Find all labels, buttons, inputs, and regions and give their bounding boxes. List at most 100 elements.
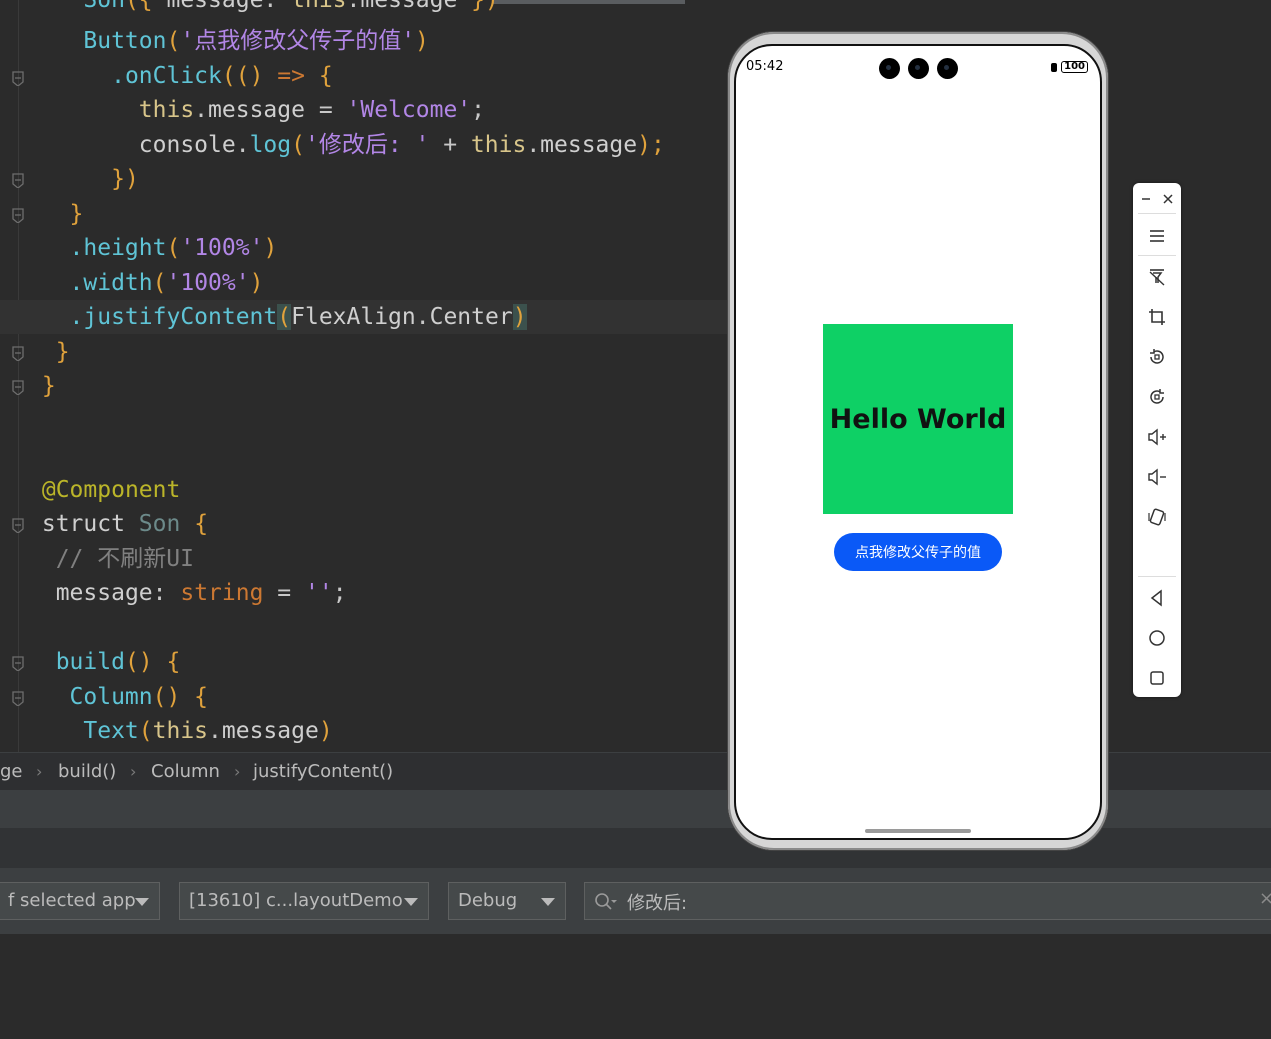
- code-token: Center: [429, 304, 513, 330]
- code-line[interactable]: Son({ message: this.message }): [0, 0, 498, 17]
- log-search-field[interactable]: ×: [584, 882, 1271, 920]
- screenshot-crop-icon[interactable]: [1145, 305, 1169, 329]
- code-line[interactable]: Text(this.message): [0, 714, 332, 748]
- battery-indicator: 100: [1051, 61, 1088, 73]
- volume-down-icon[interactable]: [1145, 465, 1169, 489]
- pin-icon[interactable]: [1145, 265, 1169, 289]
- close-icon[interactable]: [1157, 187, 1179, 211]
- breadcrumb-item[interactable]: ge: [0, 761, 23, 782]
- search-icon[interactable]: [594, 892, 618, 912]
- code-token: (: [166, 28, 181, 54]
- chevron-right-icon: ›: [130, 762, 137, 781]
- code-token: }: [69, 201, 84, 227]
- code-token: // 不刷新UI: [55, 546, 194, 572]
- code-token: ({: [124, 0, 167, 13]
- code-token: (: [138, 718, 153, 744]
- emulator-control-panel: [1133, 183, 1181, 697]
- editor-scroll-thumb[interactable]: [493, 0, 685, 4]
- rotate-left-icon[interactable]: [1145, 345, 1169, 369]
- code-token: .justifyContent: [69, 304, 278, 330]
- code-token: }: [41, 373, 56, 399]
- code-token: message: [221, 718, 319, 744]
- code-line[interactable]: Column() {: [0, 680, 208, 714]
- breadcrumb-item[interactable]: Column: [151, 761, 220, 782]
- code-token: message: [208, 97, 305, 123]
- code-token: Text: [83, 718, 139, 744]
- menu-icon[interactable]: [1145, 224, 1169, 248]
- log-level-label: Debug: [458, 890, 518, 911]
- recents-icon[interactable]: [1145, 666, 1169, 690]
- breadcrumb-item[interactable]: build(): [58, 761, 116, 782]
- log-search-input[interactable]: [625, 888, 1229, 916]
- code-line[interactable]: .onClick(() => {: [0, 59, 333, 93]
- fold-icon[interactable]: [11, 655, 25, 671]
- code-line[interactable]: console.log('修改后: ' + this.message);: [0, 128, 665, 162]
- process-select[interactable]: [13610] c...layoutDemo: [179, 882, 429, 920]
- code-line[interactable]: struct Son {: [0, 507, 208, 541]
- fold-icon[interactable]: [11, 207, 25, 223]
- home-indicator[interactable]: [865, 829, 971, 833]
- fold-icon[interactable]: [11, 379, 25, 395]
- divider: [1138, 255, 1176, 256]
- fold-icon[interactable]: [11, 517, 25, 533]
- code-token: ;: [332, 580, 347, 606]
- shake-icon[interactable]: [1145, 505, 1169, 529]
- divider: [1138, 213, 1176, 214]
- code-line[interactable]: @Component: [0, 473, 180, 507]
- code-token: ): [415, 28, 429, 54]
- status-time: 05:42: [746, 59, 784, 74]
- rotate-right-icon[interactable]: [1145, 385, 1169, 409]
- code-token: string: [180, 580, 264, 606]
- lock-icon: [1051, 62, 1058, 72]
- code-token: '100%': [180, 235, 264, 261]
- code-token: ): [249, 270, 264, 296]
- code-token: :: [152, 580, 181, 606]
- log-level-select[interactable]: Debug: [448, 882, 566, 920]
- phone-screen[interactable]: 05:42 100 Hello World 点我修改父传子的值: [734, 44, 1102, 840]
- code-token: () {: [152, 684, 209, 710]
- code-line[interactable]: Button('点我修改父传子的值'): [0, 24, 429, 58]
- log-toolbar: f selected app [13610] c...layoutDemo De…: [0, 868, 1271, 934]
- code-token: .: [208, 718, 222, 744]
- fold-icon[interactable]: [11, 345, 25, 361]
- fold-icon[interactable]: [11, 690, 25, 706]
- code-line[interactable]: this.message = 'Welcome';: [0, 93, 485, 127]
- code-line[interactable]: // 不刷新UI: [0, 542, 194, 576]
- volume-up-icon[interactable]: [1145, 425, 1169, 449]
- code-line[interactable]: build() {: [0, 645, 181, 679]
- code-line[interactable]: .justifyContent(FlexAlign.Center): [0, 300, 755, 334]
- clear-icon[interactable]: ×: [1259, 888, 1271, 909]
- battery-icon: 100: [1061, 61, 1088, 73]
- breadcrumb-item[interactable]: justifyContent(): [253, 761, 393, 782]
- code-token: .: [235, 132, 250, 158]
- code-line[interactable]: message: string = '';: [0, 576, 347, 610]
- code-line[interactable]: }: [0, 369, 56, 403]
- code-token: (: [152, 270, 167, 296]
- log-output[interactable]: [0, 934, 1271, 1039]
- home-icon[interactable]: [1145, 626, 1169, 650]
- code-line[interactable]: .height('100%'): [0, 231, 278, 265]
- code-token: this: [138, 97, 195, 123]
- change-parent-value-button[interactable]: 点我修改父传子的值: [834, 533, 1002, 571]
- fold-icon[interactable]: [11, 172, 25, 188]
- code-token: );: [637, 132, 665, 158]
- code-token: @Component: [41, 477, 181, 503]
- code-token: console: [138, 132, 236, 158]
- code-token: 'Welcome': [346, 97, 472, 123]
- fold-icon[interactable]: [11, 70, 25, 86]
- chevron-right-icon: ›: [36, 762, 43, 781]
- minimize-icon[interactable]: [1135, 187, 1157, 211]
- app-filter-select[interactable]: f selected app: [0, 882, 160, 920]
- code-token: struct: [41, 511, 139, 537]
- back-icon[interactable]: [1145, 586, 1169, 610]
- code-token: this: [291, 0, 347, 13]
- code-token: .: [346, 0, 361, 13]
- code-line[interactable]: .width('100%'): [0, 266, 264, 300]
- code-token: Son: [83, 0, 125, 13]
